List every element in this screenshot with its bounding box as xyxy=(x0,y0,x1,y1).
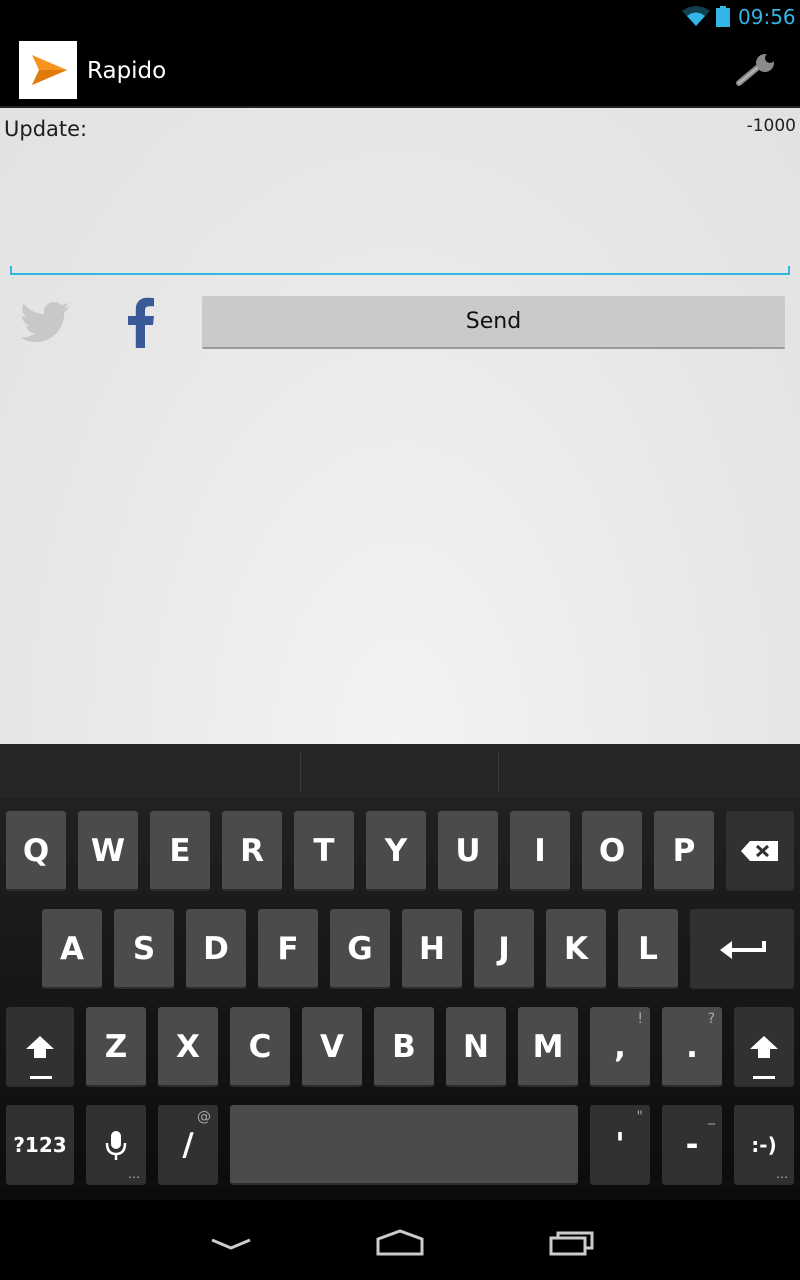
key-j[interactable]: J xyxy=(474,909,534,989)
key-f[interactable]: F xyxy=(258,909,318,989)
action-bar: Rapido xyxy=(0,33,800,108)
character-counter: -1000 xyxy=(746,116,796,136)
key-a[interactable]: A xyxy=(42,909,102,989)
key-i[interactable]: I xyxy=(510,811,570,891)
key-slash[interactable]: / @ xyxy=(158,1105,218,1185)
key-dash[interactable]: - _ xyxy=(662,1105,722,1185)
app-title: Rapido xyxy=(87,58,167,84)
suggestion-divider xyxy=(498,752,499,792)
key-x[interactable]: X xyxy=(158,1007,218,1087)
suggestion-strip[interactable] xyxy=(0,744,800,798)
enter-icon xyxy=(720,941,766,959)
key-w[interactable]: W xyxy=(78,811,138,891)
shift-icon xyxy=(26,1036,54,1058)
paper-plane-icon xyxy=(32,55,67,85)
key-label: :-) xyxy=(751,1133,777,1157)
clock: 09:56 xyxy=(738,5,796,29)
backspace-key[interactable] xyxy=(726,811,794,891)
key-c[interactable]: C xyxy=(230,1007,290,1087)
suggestion-divider xyxy=(300,752,301,792)
key-t[interactable]: T xyxy=(294,811,354,891)
enter-key[interactable] xyxy=(690,909,794,989)
key-hint: _ xyxy=(708,1109,715,1125)
key-v[interactable]: V xyxy=(302,1007,362,1087)
update-label: Update: xyxy=(4,117,88,141)
key-n[interactable]: N xyxy=(446,1007,506,1087)
facebook-icon[interactable] xyxy=(124,296,156,348)
battery-icon xyxy=(716,6,730,27)
key-d[interactable]: D xyxy=(186,909,246,989)
space-key[interactable] xyxy=(230,1105,578,1185)
navigation-bar xyxy=(0,1200,800,1280)
status-bar: 09:56 xyxy=(0,0,800,33)
backspace-icon xyxy=(741,841,778,861)
key-h[interactable]: H xyxy=(402,909,462,989)
wrench-icon[interactable] xyxy=(735,53,777,89)
emoticon-key[interactable]: :-) … xyxy=(734,1105,794,1185)
key-p[interactable]: P xyxy=(654,811,714,891)
key-apostrophe[interactable]: ' " xyxy=(590,1105,650,1185)
key-s[interactable]: S xyxy=(114,909,174,989)
send-button[interactable]: Send xyxy=(202,296,785,349)
compose-area: Update: -1000 Send xyxy=(0,108,800,744)
key-e[interactable]: E xyxy=(150,811,210,891)
back-icon[interactable] xyxy=(208,1228,254,1252)
key-label: . xyxy=(686,1029,698,1065)
shift-key-left[interactable] xyxy=(6,1007,74,1087)
key-u[interactable]: U xyxy=(438,811,498,891)
key-r[interactable]: R xyxy=(222,811,282,891)
shift-indicator xyxy=(30,1076,52,1079)
voice-input-key[interactable]: … xyxy=(86,1105,146,1185)
key-z[interactable]: Z xyxy=(86,1007,146,1087)
app-icon[interactable] xyxy=(19,41,77,99)
key-l[interactable]: L xyxy=(618,909,678,989)
update-text-field[interactable] xyxy=(10,266,790,275)
key-label: - xyxy=(685,1127,699,1163)
key-b[interactable]: B xyxy=(374,1007,434,1087)
key-period[interactable]: . ? xyxy=(662,1007,722,1087)
home-icon[interactable] xyxy=(374,1228,426,1256)
shift-indicator xyxy=(753,1076,775,1079)
key-hint: " xyxy=(636,1109,643,1125)
more-indicator: … xyxy=(128,1167,140,1181)
key-comma[interactable]: , ! xyxy=(590,1007,650,1087)
key-q[interactable]: Q xyxy=(6,811,66,891)
shift-key-right[interactable] xyxy=(734,1007,794,1087)
key-m[interactable]: M xyxy=(518,1007,578,1087)
wifi-icon xyxy=(682,6,710,26)
microphone-icon xyxy=(105,1131,127,1160)
key-o[interactable]: O xyxy=(582,811,642,891)
key-k[interactable]: K xyxy=(546,909,606,989)
key-hint: @ xyxy=(197,1109,211,1125)
more-indicator: … xyxy=(776,1167,788,1181)
key-label: / xyxy=(182,1127,194,1163)
key-label: , xyxy=(614,1029,626,1065)
key-g[interactable]: G xyxy=(330,909,390,989)
key-label: ' xyxy=(615,1127,625,1163)
key-hint: ? xyxy=(707,1011,715,1027)
recents-icon[interactable] xyxy=(548,1228,596,1256)
key-hint: ! xyxy=(637,1011,643,1027)
key-y[interactable]: Y xyxy=(366,811,426,891)
twitter-icon[interactable] xyxy=(22,300,72,344)
symbols-key[interactable]: ?123 xyxy=(6,1105,74,1185)
soft-keyboard: Q W E R T Y U I O P A S D F G H J K L Z … xyxy=(0,744,800,1200)
shift-icon xyxy=(750,1036,778,1058)
